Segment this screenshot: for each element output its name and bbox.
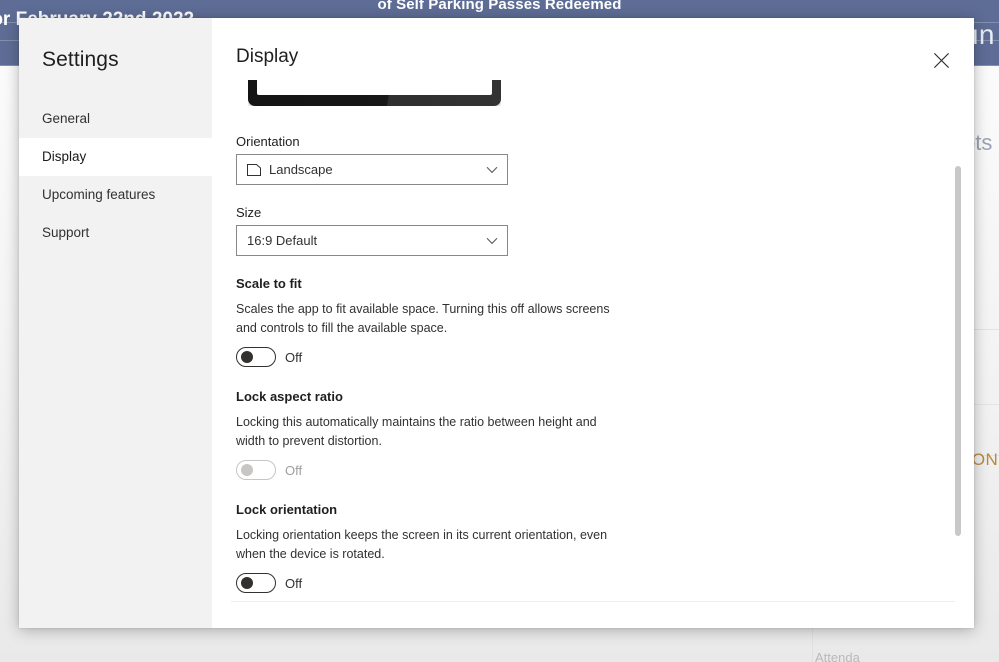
settings-sidebar: Settings General Display Upcoming featur… <box>19 18 212 628</box>
scale-to-fit-toggle[interactable] <box>236 347 276 367</box>
setting-title: Lock aspect ratio <box>236 389 343 404</box>
device-screen <box>257 80 492 95</box>
orientation-label: Orientation <box>236 134 300 149</box>
close-icon[interactable] <box>925 44 957 76</box>
panel-footer-divider <box>231 601 955 602</box>
sidebar-item-general[interactable]: General <box>19 100 212 138</box>
toggle-row: Off <box>236 460 950 480</box>
sidebar-item-display[interactable]: Display <box>19 138 212 176</box>
setting-description: Locking orientation keeps the screen in … <box>236 528 608 561</box>
size-label: Size <box>236 205 262 220</box>
sidebar-item-label: Display <box>42 149 87 164</box>
chevron-down-icon <box>486 237 498 245</box>
toggle-knob <box>241 464 253 476</box>
lock-aspect-ratio-toggle <box>236 460 276 480</box>
orientation-value: Landscape <box>269 162 333 177</box>
setting-description: Scales the app to fit available space. T… <box>236 302 610 335</box>
toggle-knob <box>241 577 253 589</box>
toggle-row: Off <box>236 347 950 367</box>
lock-orientation-toggle[interactable] <box>236 573 276 593</box>
setting-description: Locking this automatically maintains the… <box>236 415 597 448</box>
toggle-row: Off <box>236 573 950 593</box>
scrollbar-thumb[interactable] <box>955 166 961 536</box>
settings-dialog: Settings General Display Upcoming featur… <box>19 18 974 628</box>
setting-scale-to-fit: Scale to fit Scales the app to fit avail… <box>236 276 950 367</box>
sidebar-item-support[interactable]: Support <box>19 214 212 252</box>
lock-aspect-ratio-state: Off <box>285 462 303 478</box>
setting-title: Lock orientation <box>236 502 338 517</box>
size-value: 16:9 Default <box>247 233 318 248</box>
lock-orientation-state: Off <box>285 575 303 591</box>
scale-to-fit-state: Off <box>285 349 303 365</box>
chevron-down-icon <box>486 166 498 174</box>
sidebar-item-label: Upcoming features <box>42 187 156 202</box>
size-dropdown[interactable]: 16:9 Default <box>236 225 508 256</box>
landscape-page-icon <box>247 163 261 176</box>
setting-lock-orientation: Lock orientation Locking orientation kee… <box>236 502 950 593</box>
display-settings-panel: Display Orientation Landscape Size 16:9 … <box>212 18 974 628</box>
panel-scroll-region: Orientation Landscape Size 16:9 Default … <box>212 80 974 598</box>
toggle-knob <box>241 351 253 363</box>
device-preview-image <box>248 80 501 106</box>
sidebar-item-upcoming-features[interactable]: Upcoming features <box>19 176 212 214</box>
sidebar-item-label: General <box>42 111 91 126</box>
setting-title: Scale to fit <box>236 276 302 291</box>
orientation-dropdown[interactable]: Landscape <box>236 154 508 185</box>
panel-title: Display <box>236 46 299 67</box>
background-text-fragment-attendant: Attenda <box>815 650 860 662</box>
setting-lock-aspect-ratio: Lock aspect ratio Locking this automatic… <box>236 389 950 480</box>
sidebar-item-label: Support <box>42 225 90 240</box>
settings-heading: Settings <box>42 48 119 71</box>
panel-scrollbar[interactable] <box>954 166 962 600</box>
